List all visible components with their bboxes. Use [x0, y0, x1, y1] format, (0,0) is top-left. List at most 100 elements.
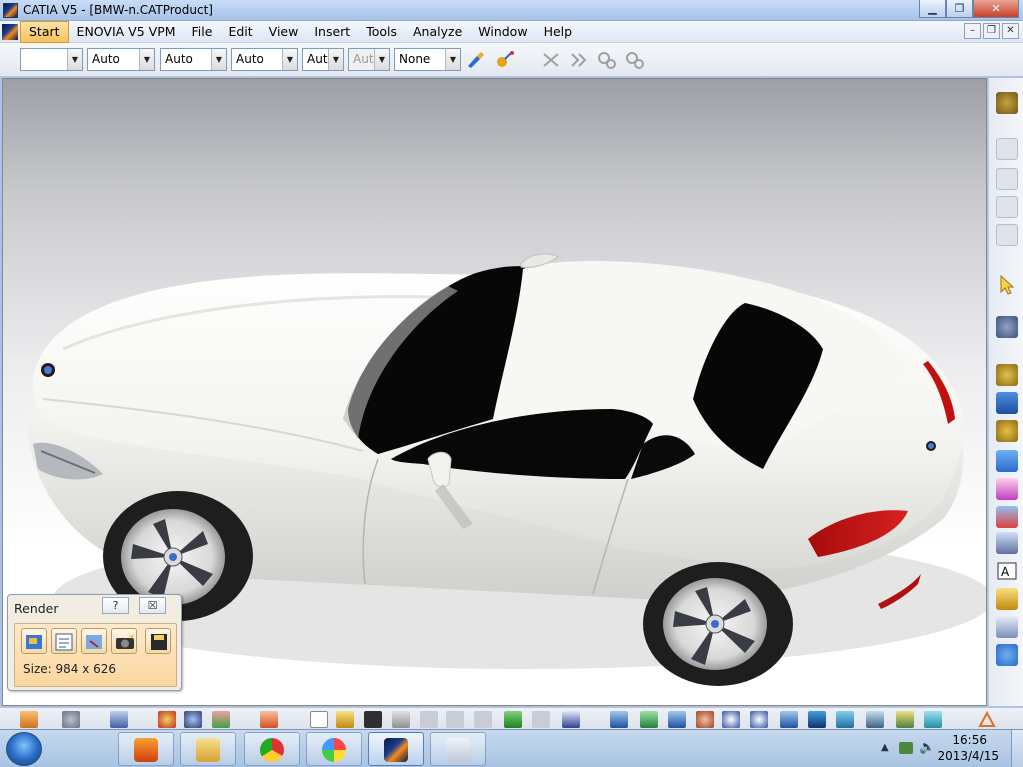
multi-view-icon[interactable]: [808, 711, 826, 728]
iso-view-icon[interactable]: [836, 711, 854, 728]
distance-icon[interactable]: [996, 532, 1018, 554]
open-icon[interactable]: [336, 711, 354, 728]
scene-icon[interactable]: [996, 644, 1018, 666]
menu-file[interactable]: File: [184, 21, 221, 43]
tool-3-icon[interactable]: [110, 711, 128, 728]
volume-icon[interactable]: 🔈: [919, 740, 935, 755]
doc-restore-button[interactable]: ❐: [983, 23, 1000, 39]
tool-2-icon[interactable]: [62, 711, 80, 728]
show-desktop-button[interactable]: [1011, 730, 1023, 767]
bottom-toolbar: [0, 707, 1023, 729]
tool-4-icon[interactable]: [158, 711, 176, 728]
taskbar-media-player[interactable]: [118, 732, 174, 766]
line-thickness-combo[interactable]: Auto ▼: [160, 48, 227, 71]
sectioning-icon[interactable]: [996, 478, 1018, 500]
disabled-tool-4-icon[interactable]: [996, 224, 1018, 246]
cut-icon[interactable]: [420, 711, 438, 728]
save-icon[interactable]: [364, 711, 382, 728]
render-toolbar-panel: Render ? ☒ Size: 984 x 626: [7, 594, 182, 691]
render-quick-icon[interactable]: [81, 628, 107, 654]
doc-close-button[interactable]: ✕: [1002, 23, 1019, 39]
paste-icon[interactable]: [474, 711, 492, 728]
tray-chevron-icon[interactable]: ▲: [881, 742, 889, 753]
swap-space-icon[interactable]: [924, 711, 942, 728]
menu-insert[interactable]: Insert: [306, 21, 358, 43]
tool-1-icon[interactable]: [20, 711, 38, 728]
clock-date[interactable]: 2013/4/15: [937, 749, 999, 763]
linetype-combo[interactable]: Auto ▼: [231, 48, 298, 71]
panel-close-button[interactable]: ☒: [139, 597, 166, 614]
menu-tools[interactable]: Tools: [358, 21, 405, 43]
doc-minimize-button[interactable]: –: [964, 23, 981, 39]
catalog-icon[interactable]: [996, 588, 1018, 610]
catia-menu-icon[interactable]: [2, 24, 18, 40]
taskbar-chrome[interactable]: [244, 732, 300, 766]
taskbar-tool[interactable]: [430, 732, 486, 766]
clock-time[interactable]: 16:56: [952, 733, 987, 747]
tool-5-icon[interactable]: [184, 711, 202, 728]
render-shooting-icon[interactable]: [21, 628, 47, 654]
menu-help[interactable]: Help: [536, 21, 581, 43]
render-save-icon[interactable]: [145, 628, 171, 654]
tool-6-icon[interactable]: [212, 711, 230, 728]
menu-window[interactable]: Window: [470, 21, 535, 43]
fit-all-icon[interactable]: [640, 711, 658, 728]
disabled-gears-icon[interactable]: [596, 50, 618, 70]
menu-view[interactable]: View: [261, 21, 307, 43]
windows-start-button[interactable]: [6, 732, 42, 766]
new-icon[interactable]: [310, 711, 328, 728]
manipulate-icon[interactable]: [996, 364, 1018, 386]
color-combo[interactable]: ▼: [20, 48, 83, 71]
undo-icon[interactable]: [504, 711, 522, 728]
menu-edit[interactable]: Edit: [220, 21, 260, 43]
explode-icon[interactable]: [996, 420, 1018, 442]
clash-icon[interactable]: [996, 506, 1018, 528]
disabled-arrows-icon[interactable]: [568, 50, 590, 70]
tool-7-icon[interactable]: [260, 711, 278, 728]
whats-this-icon[interactable]: [562, 711, 580, 728]
assembly-constraint-icon[interactable]: [996, 316, 1018, 338]
disabled-tool-icon[interactable]: [540, 50, 562, 70]
print-icon[interactable]: [392, 711, 410, 728]
gear-icon[interactable]: [996, 92, 1018, 114]
disabled-tool-3-icon[interactable]: [996, 196, 1018, 218]
layer-combo[interactable]: None ▼: [394, 48, 461, 71]
help-button[interactable]: ?: [102, 597, 129, 614]
snap-icon[interactable]: [996, 392, 1018, 414]
catia-logo-icon[interactable]: [3, 3, 18, 18]
transparency-combo[interactable]: Auto ▼: [87, 48, 155, 71]
menu-start[interactable]: Start: [20, 21, 69, 43]
close-button[interactable]: ✕: [973, 0, 1019, 18]
copy-icon[interactable]: [446, 711, 464, 728]
annotation-icon[interactable]: A: [996, 560, 1018, 582]
hide-show-icon[interactable]: [896, 711, 914, 728]
menu-analyze[interactable]: Analyze: [405, 21, 470, 43]
restore-button[interactable]: ❐: [946, 0, 973, 18]
zoom-out-icon[interactable]: [750, 711, 768, 728]
graphic-properties-wizard-icon[interactable]: [493, 50, 515, 70]
taskbar-app[interactable]: [306, 732, 362, 766]
disabled-gears-2-icon[interactable]: [624, 50, 646, 70]
pan-icon[interactable]: [668, 711, 686, 728]
select-arrow-icon[interactable]: [996, 274, 1018, 296]
rendering-style-combo[interactable]: Aut ▼: [348, 48, 390, 71]
zoom-in-icon[interactable]: [722, 711, 740, 728]
fly-mode-icon[interactable]: [610, 711, 628, 728]
network-icon[interactable]: [899, 742, 913, 754]
minimize-button[interactable]: ▁: [919, 0, 946, 18]
bill-of-material-icon[interactable]: [996, 616, 1018, 638]
reorder-icon[interactable]: [996, 450, 1018, 472]
menu-enovia[interactable]: ENOVIA V5 VPM: [69, 21, 184, 43]
taskbar-catia[interactable]: [368, 732, 424, 766]
redo-icon[interactable]: [532, 711, 550, 728]
render-camera-icon[interactable]: [111, 628, 137, 654]
disabled-tool-1-icon[interactable]: [996, 138, 1018, 160]
rotate-icon[interactable]: [696, 711, 714, 728]
disabled-tool-2-icon[interactable]: [996, 168, 1018, 190]
normal-view-icon[interactable]: [780, 711, 798, 728]
shading-icon[interactable]: [866, 711, 884, 728]
taskbar-explorer[interactable]: [180, 732, 236, 766]
format-painter-icon[interactable]: [465, 50, 487, 70]
point-symbol-combo[interactable]: Aut ▼: [302, 48, 344, 71]
render-settings-icon[interactable]: [51, 628, 77, 654]
